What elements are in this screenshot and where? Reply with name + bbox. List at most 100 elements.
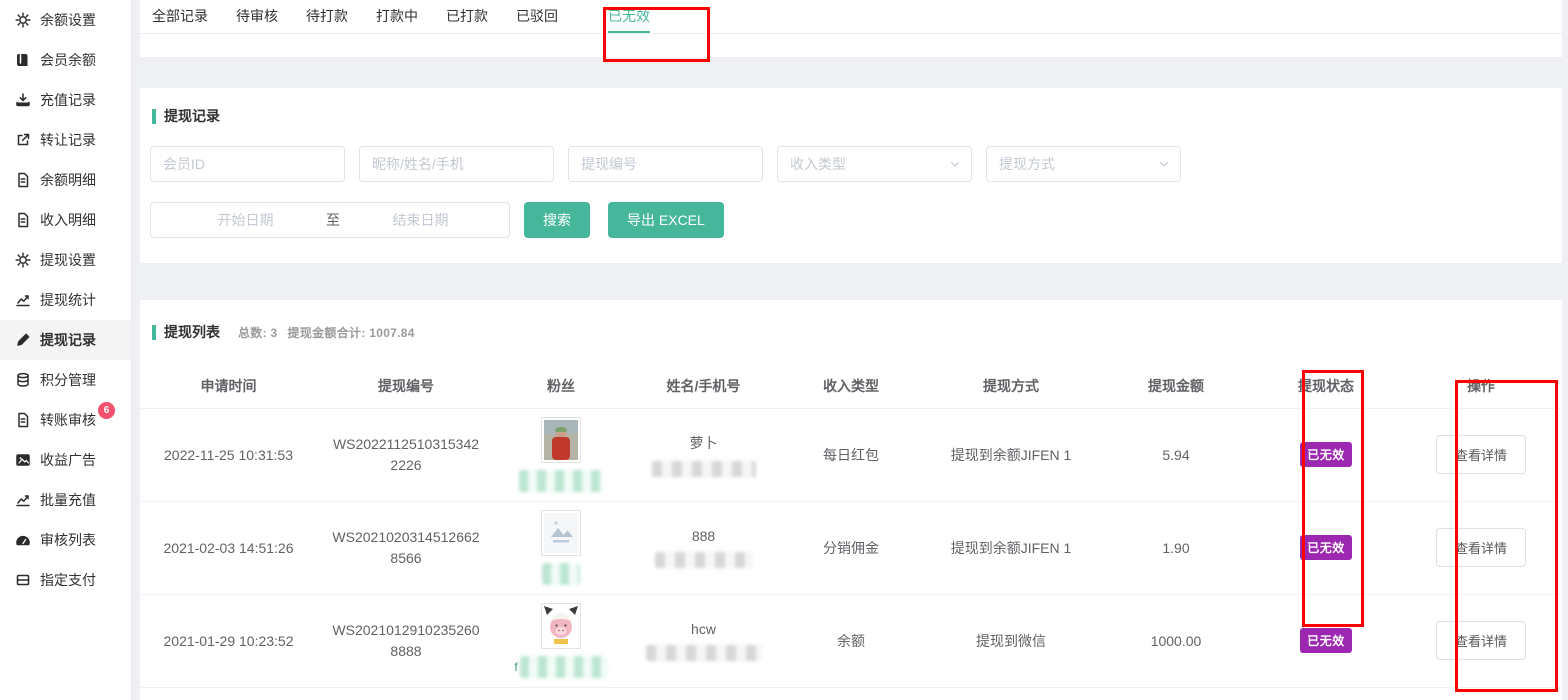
censored-phone — [655, 552, 753, 568]
sidebar-item-transfer-review[interactable]: 转账审核 6 — [0, 400, 131, 440]
fan-avatar-pig-cartoon — [541, 603, 581, 649]
sidebar-item-label: 余额设置 — [40, 10, 96, 30]
image-icon — [15, 452, 31, 468]
notification-badge: 6 — [98, 402, 115, 419]
sidebar-item-withdraw-records[interactable]: 提现记录 — [0, 320, 131, 360]
file-icon — [15, 172, 31, 188]
sidebar-item-balance-details[interactable]: 余额明细 — [0, 160, 131, 200]
chart-icon — [15, 492, 31, 508]
sidebar-item-points-management[interactable]: 积分管理 — [0, 360, 131, 400]
withdraw-no-input[interactable] — [568, 146, 763, 182]
cell-name-phone: 888 — [626, 501, 781, 594]
tab-paying[interactable]: 打款中 — [376, 0, 418, 33]
sidebar-item-recharge-records[interactable]: 充值记录 — [0, 80, 131, 120]
fan-avatar-photo — [541, 417, 581, 463]
cell-name-phone: 萝卜 — [626, 408, 781, 501]
sidebar-item-label: 转让记录 — [40, 130, 96, 150]
nickname-input[interactable] — [359, 146, 554, 182]
sidebar-item-review-list[interactable]: 审核列表 — [0, 520, 131, 560]
date-range-input[interactable]: 开始日期 至 结束日期 — [150, 202, 510, 238]
tab-all-records[interactable]: 全部记录 — [152, 0, 208, 33]
sidebar-item-label: 积分管理 — [40, 370, 96, 390]
table-row: 2021-02-03 14:51:26 WS202102031451266285… — [141, 501, 1561, 594]
minus-square-icon — [15, 572, 31, 588]
sidebar-item-label: 指定支付 — [40, 570, 96, 590]
sidebar-item-revenue-ads[interactable]: 收益广告 — [0, 440, 131, 480]
col-fans: 粉丝 — [496, 364, 626, 408]
tab-rejected[interactable]: 已驳回 — [516, 0, 558, 33]
fan-name: 888 — [692, 528, 715, 544]
sidebar: 余额设置 会员余额 充值记录 转让记录 余额明细 收入明细 提现设置 提现统计 … — [0, 0, 132, 700]
withdraw-table: 申请时间 提现编号 粉丝 姓名/手机号 收入类型 提现方式 提现金额 提现状态 … — [141, 364, 1561, 688]
fan-name: hcw — [691, 621, 716, 637]
cell-income-type: 余额 — [781, 594, 921, 687]
tab-invalid[interactable]: 已无效 — [608, 0, 650, 33]
cell-action: 查看详情 — [1401, 408, 1561, 501]
cell-method: 提现到余额JIFEN 1 — [921, 501, 1101, 594]
cell-apply-time: 2022-11-25 10:31:53 — [141, 408, 316, 501]
col-amount: 提现金额 — [1101, 364, 1251, 408]
cell-method: 提现到微信 — [921, 594, 1101, 687]
cell-fans — [496, 501, 626, 594]
search-panel-title: 提现记录 — [164, 106, 220, 126]
list-total: 总数: 3 — [238, 324, 278, 341]
income-type-select[interactable]: 收入类型 — [777, 146, 972, 182]
sidebar-item-designated-payment[interactable]: 指定支付 — [0, 560, 131, 600]
coins-icon — [15, 372, 31, 388]
date-start-placeholder: 开始日期 — [169, 210, 322, 230]
chart-icon — [15, 292, 31, 308]
sidebar-item-batch-recharge[interactable]: 批量充值 — [0, 480, 131, 520]
date-separator: 至 — [322, 210, 344, 230]
list-title: 提现列表 — [164, 322, 220, 342]
censored-phone — [646, 645, 762, 661]
sidebar-item-withdraw-settings[interactable]: 提现设置 — [0, 240, 131, 280]
sidebar-item-balance-settings[interactable]: 余额设置 — [0, 0, 131, 40]
cell-income-type: 分销佣金 — [781, 501, 921, 594]
export-excel-button[interactable]: 导出 EXCEL — [608, 202, 724, 238]
censored-fan-id — [519, 470, 603, 492]
cell-status: 已无效 — [1251, 501, 1401, 594]
view-detail-button[interactable]: 查看详情 — [1436, 528, 1526, 567]
sidebar-item-withdraw-statistics[interactable]: 提现统计 — [0, 280, 131, 320]
status-badge: 已无效 — [1300, 442, 1352, 467]
cell-status: 已无效 — [1251, 408, 1401, 501]
cell-apply-time: 2021-02-03 14:51:26 — [141, 501, 316, 594]
search-button[interactable]: 搜索 — [524, 202, 590, 238]
cell-income-type: 每日红包 — [781, 408, 921, 501]
sidebar-item-label: 提现记录 — [40, 330, 96, 350]
col-withdraw-no: 提现编号 — [316, 364, 496, 408]
view-detail-button[interactable]: 查看详情 — [1436, 435, 1526, 474]
tab-pending-payment[interactable]: 待打款 — [306, 0, 348, 33]
cell-withdraw-no: WS20221125103153422226 — [316, 408, 496, 501]
sidebar-item-label: 提现统计 — [40, 290, 96, 310]
censored-fan-id — [542, 563, 580, 585]
col-apply-time: 申请时间 — [141, 364, 316, 408]
list-amount-sum: 提现金额合计: 1007.84 — [288, 324, 415, 341]
withdraw-method-select[interactable]: 提现方式 — [986, 146, 1181, 182]
income-type-select-value: 收入类型 — [790, 154, 846, 174]
sidebar-item-member-balance[interactable]: 会员余额 — [0, 40, 131, 80]
cell-withdraw-no: WS20210129102352608888 — [316, 594, 496, 687]
date-end-placeholder: 结束日期 — [344, 210, 497, 230]
cell-action: 查看详情 — [1401, 501, 1561, 594]
cell-amount: 1.90 — [1101, 501, 1251, 594]
view-detail-button[interactable]: 查看详情 — [1436, 621, 1526, 660]
tab-paid[interactable]: 已打款 — [446, 0, 488, 33]
cell-apply-time: 2021-01-29 10:23:52 — [141, 594, 316, 687]
censored-phone — [652, 461, 756, 477]
member-id-input[interactable] — [150, 146, 345, 182]
sidebar-item-income-details[interactable]: 收入明细 — [0, 200, 131, 240]
censored-fan-id — [520, 656, 608, 678]
col-action: 操作 — [1401, 364, 1561, 408]
sidebar-item-label: 批量充值 — [40, 490, 96, 510]
sidebar-item-transfer-records[interactable]: 转让记录 — [0, 120, 131, 160]
book-icon — [15, 52, 31, 68]
file-icon — [15, 412, 31, 428]
gear-icon — [15, 252, 31, 268]
sidebar-item-label: 会员余额 — [40, 50, 96, 70]
sidebar-item-label: 提现设置 — [40, 250, 96, 270]
table-row: 2022-11-25 10:31:53 WS202211251031534222… — [141, 408, 1561, 501]
tab-pending-review[interactable]: 待审核 — [236, 0, 278, 33]
col-status: 提现状态 — [1251, 364, 1401, 408]
cell-withdraw-no: WS20210203145126628566 — [316, 501, 496, 594]
